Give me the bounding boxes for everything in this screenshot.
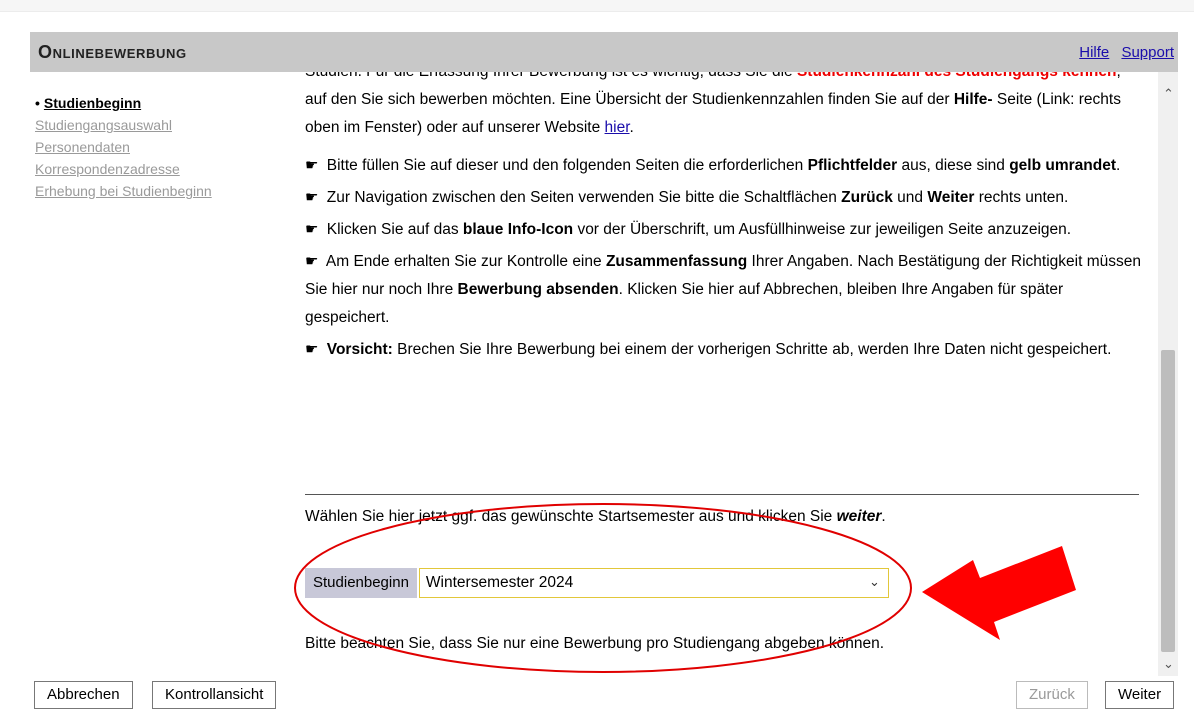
bullet-text: Brechen Sie Ihre Bewerbung bei einem der… — [397, 341, 1112, 358]
bullet-text: rechts unten. — [978, 189, 1069, 206]
bullet-text: Klicken Sie auf das — [326, 221, 459, 238]
browser-top-band — [0, 0, 1194, 12]
sidebar-item-personendaten[interactable]: Personendaten — [35, 136, 275, 158]
control-view-button[interactable]: Kontrollansicht — [152, 681, 277, 709]
support-link[interactable]: Support — [1121, 44, 1174, 61]
header-links: Hilfe Support — [1071, 44, 1174, 61]
bullet-bold: Vorsicht: — [326, 341, 393, 358]
study-start-label: Studienbeginn — [305, 568, 417, 598]
bullet-text: . — [1116, 157, 1121, 174]
study-start-value: Wintersemester 2024 — [425, 574, 574, 591]
pointing-hand-icon: ☛ — [305, 221, 319, 238]
pointing-hand-icon: ☛ — [305, 157, 319, 174]
bullet-text: und — [897, 189, 924, 206]
bullet-text: vor der Überschrift, um Ausfüllhinweise … — [577, 221, 1072, 238]
pointing-hand-icon: ☛ — [305, 341, 319, 358]
sidebar-item-studiengangsauswahl[interactable]: Studiengangsauswahl — [35, 114, 275, 136]
bullet-bold: Pflichtfelder — [807, 157, 898, 174]
bullet-bold: gelb umrandet — [1009, 157, 1117, 174]
cancel-button[interactable]: Abbrechen — [34, 681, 133, 709]
chevron-down-icon[interactable]: ⌄ — [1163, 656, 1174, 672]
bullet-bold: Zurück — [841, 189, 893, 206]
intro-text-6: . — [629, 119, 634, 136]
intro-text-1: Studien. Für die Erfassung Ihrer Bewerbu… — [305, 72, 793, 80]
chevron-down-icon: ⌄ — [869, 574, 880, 589]
instruction-emphasis: weiter — [836, 508, 882, 525]
intro-highlight: Studienkennzahl des Studiengangs kennen — [797, 72, 1117, 80]
footer-bar: Abbrechen Kontrollansicht Zurück Weiter — [0, 676, 1194, 722]
website-link[interactable]: hier — [605, 119, 630, 136]
bullet-item: ☛ Zur Navigation zwischen den Seiten ver… — [305, 184, 1143, 212]
next-button[interactable]: Weiter — [1105, 681, 1175, 709]
bullet-item: ☛ Klicken Sie auf das blaue Info-Icon vo… — [305, 216, 1143, 244]
application-note: Bitte beachten Sie, dass Sie nur eine Be… — [305, 635, 885, 652]
bullet-bold: Bewerbung absenden — [457, 281, 619, 298]
chevron-up-icon[interactable]: ⌃ — [1163, 86, 1174, 102]
bullet-text: aus, diese sind — [901, 157, 1005, 174]
bullet-bold: Weiter — [927, 189, 975, 206]
help-link[interactable]: Hilfe — [1079, 44, 1109, 61]
instruction-text-main: Wählen Sie hier jetzt ggf. das gewünscht… — [305, 508, 833, 525]
content-scrollbar[interactable]: ⌃ ⌄ — [1158, 72, 1178, 676]
bullet-item: ☛ Bitte füllen Sie auf dieser und den fo… — [305, 152, 1143, 180]
bullet-bold: blaue Info-Icon — [462, 221, 574, 238]
pointing-hand-icon: ☛ — [305, 253, 319, 270]
bullet-text: Am Ende erhalten Sie zur Kontrolle eine — [325, 253, 602, 270]
content-panel: Studien. Für die Erfassung Ihrer Bewerbu… — [285, 72, 1178, 676]
app-title: Onlinebewerbung — [38, 42, 187, 62]
sidebar-item-studienbeginn[interactable]: Studienbeginn — [35, 92, 275, 114]
study-start-field: Studienbeginn Wintersemester 2024 ⌄ — [305, 568, 889, 598]
bullet-item: ☛ Am Ende erhalten Sie zur Kontrolle ein… — [305, 248, 1143, 332]
instruction-end: . — [881, 508, 886, 525]
bullet-item: ☛ Vorsicht: Brechen Sie Ihre Bewerbung b… — [305, 336, 1143, 364]
study-start-select[interactable]: Wintersemester 2024 ⌄ — [418, 568, 889, 598]
bullet-text: Bitte füllen Sie auf dieser und den folg… — [326, 157, 804, 174]
back-button[interactable]: Zurück — [1016, 681, 1088, 709]
intro-paragraph: Studien. Für die Erfassung Ihrer Bewerbu… — [305, 72, 1143, 142]
instruction-text: Wählen Sie hier jetzt ggf. das gewünscht… — [305, 508, 886, 526]
step-navigation: Studienbeginn Studiengangsauswahl Person… — [35, 92, 275, 202]
scrollbar-thumb[interactable] — [1161, 350, 1175, 652]
bullet-bold: Zusammenfassung — [605, 253, 748, 270]
app-header: Onlinebewerbung Hilfe Support — [30, 32, 1178, 72]
bullet-text: Zur Navigation zwischen den Seiten verwe… — [326, 189, 837, 206]
intro-text: Studien. Für die Erfassung Ihrer Bewerbu… — [305, 72, 1143, 364]
section-divider — [305, 494, 1139, 495]
intro-help-word: Hilfe- — [953, 91, 993, 108]
pointing-hand-icon: ☛ — [305, 189, 319, 206]
sidebar-item-erhebung[interactable]: Erhebung bei Studienbeginn — [35, 180, 275, 202]
sidebar-item-korrespondenzadresse[interactable]: Korrespondenzadresse — [35, 158, 275, 180]
